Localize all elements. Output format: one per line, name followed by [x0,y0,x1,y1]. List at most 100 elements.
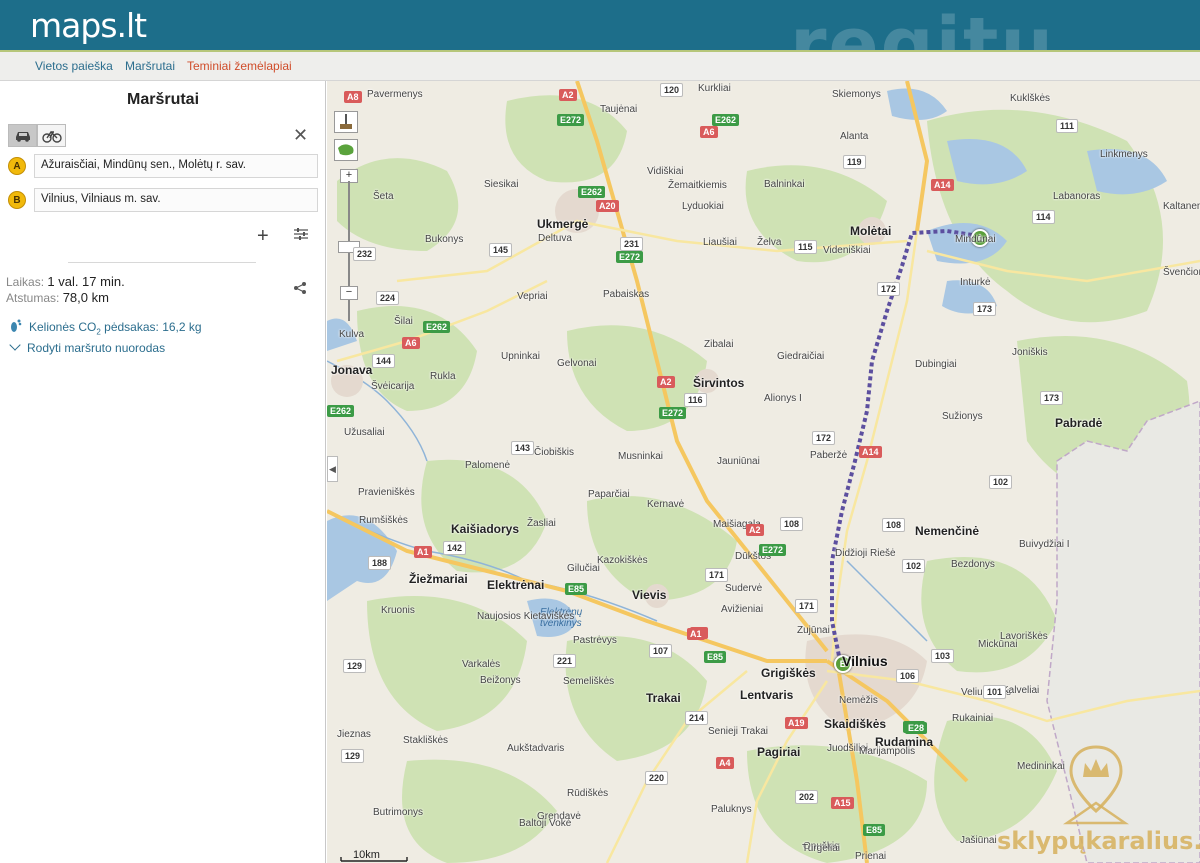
road-shield: 231 [620,237,644,251]
town-label: Gilučiai [567,563,600,574]
map-canvas[interactable]: + − ◀ A B Elektrėnų tvenkinys Vilnius 10… [327,81,1200,863]
road-shield: A20 [596,200,619,212]
road-shield: 106 [896,669,920,683]
town-label-big: Ukmergė [537,217,589,231]
waypoint-a-input[interactable]: Ažuraisčiai, Mindūnų sen., Molėtų r. sav… [34,154,318,178]
town-label-big: Jonava [331,363,373,377]
waypoint-b-input[interactable]: Vilnius, Vilniaus m. sav. [34,188,318,212]
town-label: Zibalai [704,339,734,350]
collapse-sidebar-button[interactable]: ◀ [327,456,338,482]
town-label: Žasliai [527,518,556,529]
town-label: Paberžė [810,450,848,461]
town-label: Rukainiai [952,713,994,724]
town-label: Švėicarija [371,381,415,392]
town-label: Siesikai [484,179,519,190]
road-shield: A6 [700,126,718,138]
town-label: Deltuva [538,233,572,244]
town-label: Butrimonys [373,807,424,818]
top-bar: maps.lt regitu [0,0,1200,88]
time-value: 1 val. 17 min. [47,274,125,289]
show-directions-link[interactable]: Rodyti maršruto nuorodas [9,339,166,355]
town-label: Medininkai [1017,761,1065,772]
town-label-big: Grigiškės [761,666,816,680]
town-label: Paparčiai [588,489,630,500]
site-logo[interactable]: maps.lt [30,6,147,45]
share-icon[interactable] [293,281,307,298]
town-label: Paluknys [711,804,752,815]
road-shield: 114 [1032,210,1055,224]
road-shield: A2 [657,376,675,388]
road-shield: 202 [795,790,819,804]
add-waypoint-button[interactable]: + [257,225,269,248]
nav-thematic-maps[interactable]: Teminiai žemėlapiai [187,59,292,73]
close-icon[interactable]: ✕ [293,125,308,146]
distance-label: Atstumas: [6,291,60,305]
road-shield: 221 [553,654,577,668]
road-shield: 119 [843,155,866,169]
town-label: Taujėnai [600,104,638,115]
town-label: Didžioji Riešė [835,548,896,559]
town-label: Rūdiškės [567,788,609,799]
road-shield: A2 [559,89,577,101]
town-label: Liaušiai [703,237,737,248]
road-shield: 171 [795,599,819,613]
town-label: Upninkai [501,351,540,362]
nav-bar: Vietos paieška Maršrutai Teminiai žemėla… [0,50,1200,81]
car-mode-button[interactable] [8,124,37,147]
road-shield: E262 [423,321,451,333]
layers-icon[interactable] [334,139,358,161]
zoom-out-button[interactable]: − [340,286,358,300]
road-shield: 171 [705,568,729,582]
road-shield: 173 [973,302,997,316]
road-shield: A1 [687,628,705,640]
road-shield: E272 [759,544,787,556]
road-shield: A19 [785,717,808,729]
town-label: Turgeliai [802,843,840,854]
town-label: Užusaliai [344,427,385,438]
town-label: Bezdonys [951,559,995,570]
town-label: Lavoriškės [1000,631,1048,642]
nav-place-search[interactable]: Vietos paieška [35,59,113,73]
town-label: Marijampolis [859,746,916,757]
town-label: Alanta [840,131,869,142]
route-time: Laikas: 1 val. 17 min. [6,274,125,289]
town-label: Giedraičiai [777,351,825,362]
town-label-big: Skaidiškės [824,717,887,731]
road-shield: 172 [812,431,836,445]
town-label: Vidiškiai [647,166,684,177]
route-options-icon[interactable] [293,227,309,244]
waypoint-a-badge: A [8,157,26,175]
sidebar-title: Maršrutai [126,91,200,108]
brush-tool-icon[interactable] [334,111,358,133]
map-scale: 10km [340,849,408,862]
town-label: Balninkai [764,179,805,190]
town-label: Videniškiai [823,245,871,256]
town-label: Palomenė [465,460,511,471]
chevron-down-icon [9,339,21,351]
show-directions-label: Rodyti maršruto nuorodas [27,341,166,355]
town-label: Jašiūnai [960,835,997,846]
town-label: Švenčionys [1163,267,1200,278]
road-shield: 102 [989,475,1013,489]
town-label: Semeliškės [563,676,615,687]
road-shield: E262 [578,186,606,198]
nav-routes[interactable]: Maršrutai [125,59,175,73]
town-label: Jieznas [337,729,371,740]
road-shield: 108 [780,517,804,531]
town-label: Sužionys [942,411,983,422]
watermark: sklypųkaralius.lt [997,741,1200,861]
road-shield: 102 [902,559,926,573]
scale-label: 10km [353,849,380,861]
town-label: Senieji Trakai [708,726,769,737]
road-shield: 129 [341,749,365,763]
road-shield: 111 [1056,119,1079,133]
footprint-icon [11,319,22,332]
bicycle-mode-button[interactable] [37,124,66,147]
road-shield: 120 [660,83,684,97]
town-label-big: Pagiriai [757,745,801,759]
road-shield: A1 [414,546,432,558]
town-label: Vepriai [517,291,548,302]
town-label-big: Molėtai [850,224,892,238]
town-label: Joniškis [1012,347,1048,358]
town-label: Nemėžis [839,695,878,706]
